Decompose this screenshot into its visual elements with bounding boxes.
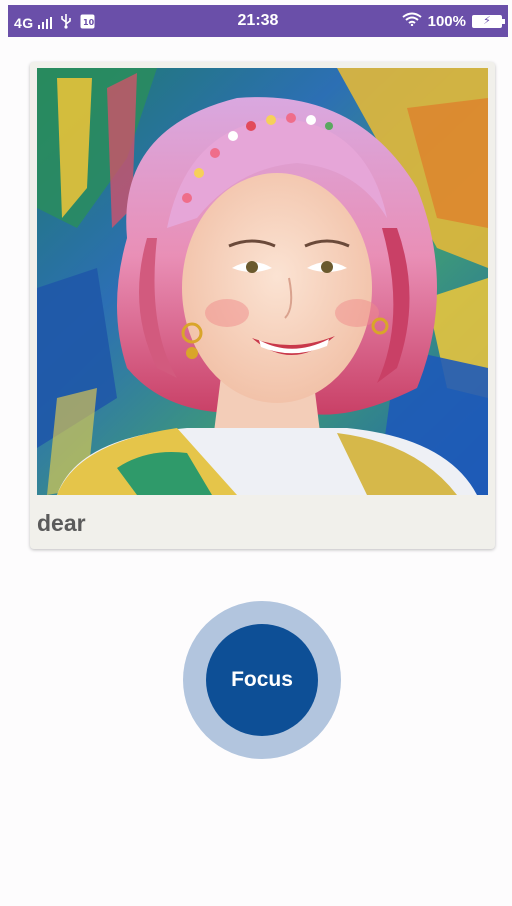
battery-charging-icon: ⚡ <box>472 14 505 28</box>
status-right-group: 100% ⚡ <box>402 12 505 30</box>
battery-percent: 100% <box>427 12 466 30</box>
wifi-icon <box>402 12 422 30</box>
status-bar: 4G 10 21:38 100% ⚡ <box>8 5 508 37</box>
app-screen: 4G 10 21:38 100% ⚡ dear Focus <box>0 0 512 906</box>
image-card[interactable]: dear <box>30 62 495 549</box>
card-title: dear <box>37 510 86 536</box>
focus-button[interactable]: Focus <box>206 624 318 736</box>
portrait-painting-image <box>37 68 488 495</box>
